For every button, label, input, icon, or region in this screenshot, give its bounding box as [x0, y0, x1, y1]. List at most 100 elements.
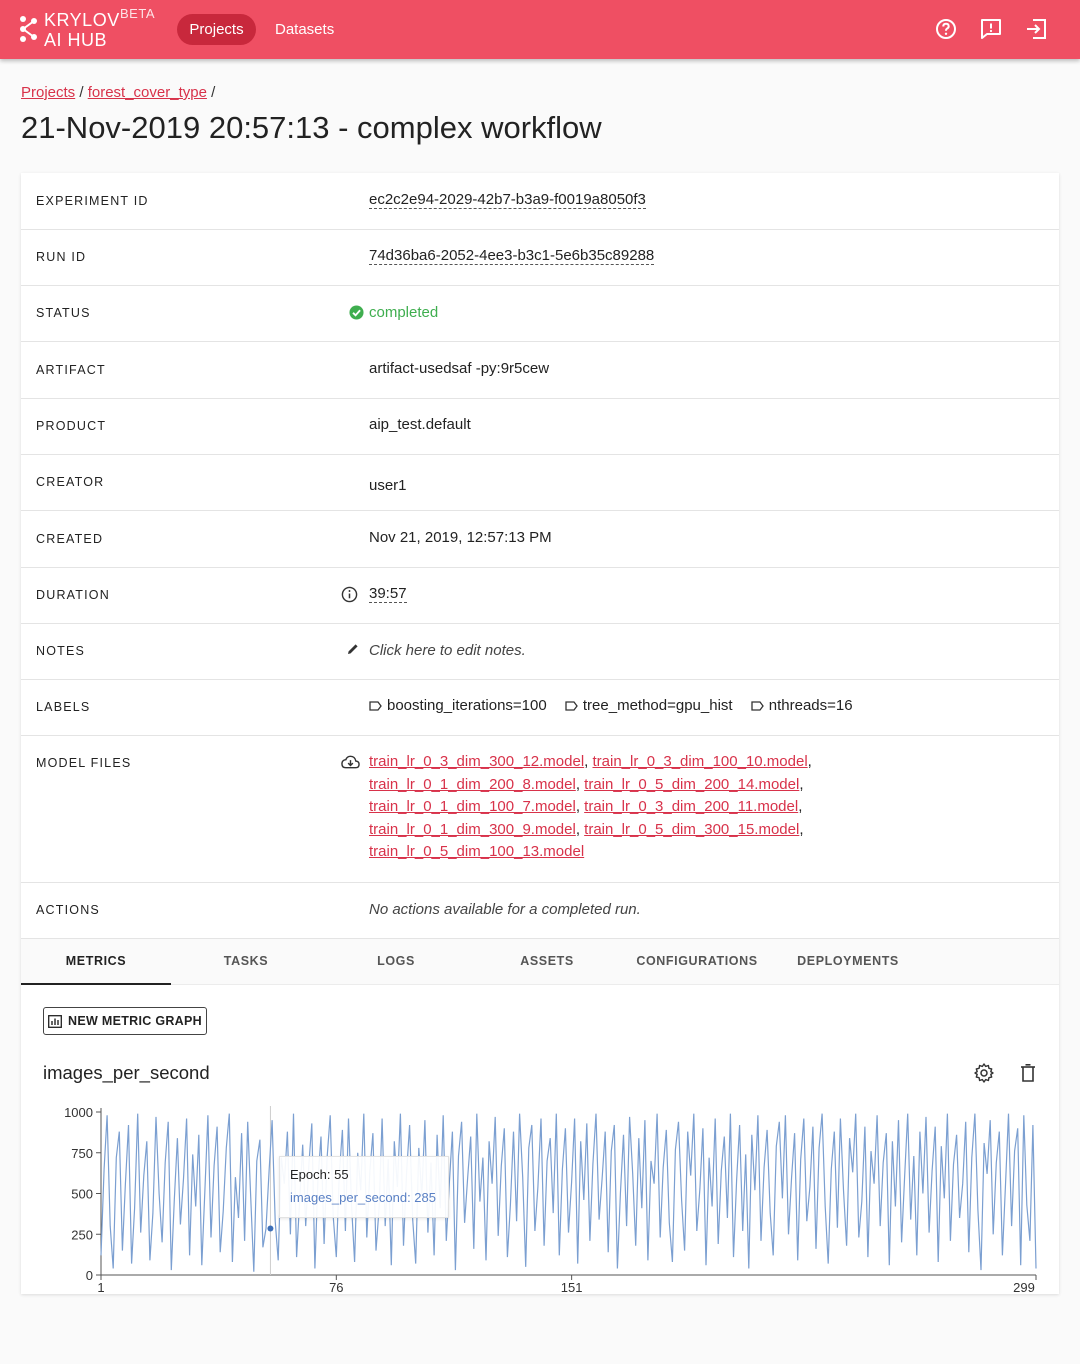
images-per-second-chart: 0 250 500 750 1000 1 76 151 299	[64, 1105, 1037, 1295]
metric-graph-title: images_per_second	[43, 1062, 210, 1083]
row-label: CREATED	[36, 532, 104, 546]
model-file-link[interactable]: train_lr_0_1_dim_300_9.model	[369, 821, 576, 838]
row-created: CREATED Nov 21, 2019, 12:57:13 PM	[21, 511, 1059, 568]
cloud-download-icon[interactable]	[341, 754, 360, 770]
tab-deployments[interactable]: DEPLOYMENTS	[773, 939, 923, 985]
help-icon[interactable]	[935, 18, 957, 40]
row-label: CREATOR	[36, 475, 105, 489]
row-creator: CREATOR user1	[21, 455, 1059, 511]
new-metric-graph-label: NEW METRIC GRAPH	[68, 1014, 202, 1028]
experiment-id-value[interactable]: ec2c2e94-2029-42b7-b3a9-f0019a8050f3	[369, 191, 646, 209]
notes-edit-field[interactable]: Click here to edit notes.	[369, 642, 526, 659]
label-text: nthreads=16	[768, 697, 853, 714]
actions-value: No actions available for a completed run…	[369, 901, 641, 918]
label-text: tree_method=gpu_hist	[582, 697, 733, 714]
tab-metrics[interactable]: METRICS	[21, 939, 171, 985]
info-icon[interactable]	[341, 586, 358, 603]
model-file-link[interactable]: train_lr_0_5_dim_100_13.model	[369, 843, 584, 860]
row-label: DURATION	[36, 588, 110, 602]
tab-logs[interactable]: LOGS	[321, 939, 471, 985]
y-tick-label: 500	[71, 1187, 93, 1202]
tag-icon	[565, 700, 578, 711]
top-app-bar: KRYLOV AI HUB BETA Projects Datasets	[0, 0, 1080, 59]
tag-icon	[751, 700, 764, 711]
nav-datasets[interactable]: Datasets	[275, 14, 334, 45]
y-tick-label: 750	[71, 1146, 93, 1161]
row-run-id: RUN ID 74d36ba6-2052-4ee3-b3c1-5e6b35c89…	[21, 230, 1059, 286]
logo-text-line1: KRYLOV	[44, 10, 120, 30]
row-status: STATUS completed	[21, 286, 1059, 342]
x-tick-label: 76	[329, 1280, 343, 1295]
x-tick-label: 151	[561, 1280, 583, 1295]
check-circle-icon	[349, 305, 364, 320]
tooltip-value: images_per_second: 285	[290, 1190, 436, 1205]
row-labels: LABELS boosting_iterations=100 tree_meth…	[21, 680, 1059, 736]
beta-badge: BETA	[120, 6, 155, 21]
labels-list: boosting_iterations=100 tree_method=gpu_…	[369, 697, 867, 715]
delete-trash-icon[interactable]	[1017, 1062, 1039, 1084]
y-tick-label: 250	[71, 1227, 93, 1242]
hover-point	[267, 1225, 274, 1232]
model-file-link[interactable]: train_lr_0_3_dim_200_11.model	[584, 798, 798, 815]
row-value-wrap: ec2c2e94-2029-42b7-b3a9-f0019a8050f3	[369, 191, 646, 209]
row-artifact: ARTIFACT artifact-usedsaf -py:9r5cew	[21, 342, 1059, 399]
artifact-value: artifact-usedsaf -py:9r5cew	[369, 360, 550, 377]
krylov-logo-icon	[20, 16, 37, 42]
label-chip: tree_method=gpu_hist	[565, 697, 733, 714]
row-notes: NOTES Click here to edit notes.	[21, 624, 1059, 680]
row-label: NOTES	[36, 644, 86, 658]
y-tick-label: 0	[86, 1268, 93, 1283]
breadcrumb-separator: /	[211, 84, 216, 101]
nav-projects[interactable]: Projects	[177, 14, 256, 45]
feedback-icon[interactable]	[980, 18, 1002, 40]
run-details-card: EXPERIMENT ID ec2c2e94-2029-42b7-b3a9-f0…	[21, 173, 1059, 1295]
breadcrumb-projects-link[interactable]: Projects	[21, 84, 75, 101]
new-metric-graph-button[interactable]: NEW METRIC GRAPH	[43, 1007, 207, 1035]
status-value: completed	[369, 304, 439, 321]
model-file-link[interactable]: train_lr_0_5_dim_200_14.model	[584, 776, 799, 793]
label-chip: nthreads=16	[751, 697, 853, 714]
row-duration: DURATION 39:57	[21, 568, 1059, 624]
tooltip-epoch: Epoch: 55	[290, 1167, 349, 1182]
row-label: STATUS	[36, 306, 91, 320]
model-files-list: train_lr_0_3_dim_300_12.model, train_lr_…	[369, 753, 812, 861]
row-model-files: MODEL FILES train_lr_0_3_dim_300_12.mode…	[21, 736, 1059, 883]
x-tick-label: 1	[97, 1280, 104, 1295]
tab-configurations[interactable]: CONFIGURATIONS	[622, 939, 772, 985]
model-file-link[interactable]: train_lr_0_1_dim_200_8.model	[369, 776, 576, 793]
run-tabs: METRICS TASKS LOGS ASSETS CONFIGURATIONS…	[21, 939, 1059, 985]
edit-pencil-icon[interactable]	[346, 642, 360, 656]
y-tick-label: 1000	[64, 1105, 93, 1120]
tab-assets[interactable]: ASSETS	[472, 939, 622, 985]
chart-icon	[48, 1014, 62, 1028]
row-value-wrap: 74d36ba6-2052-4ee3-b3c1-5e6b35c89288	[369, 247, 655, 265]
label-text: boosting_iterations=100	[387, 697, 547, 714]
tag-icon	[369, 700, 382, 711]
product-value: aip_test.default	[369, 416, 471, 433]
creator-value: user1	[369, 477, 407, 494]
tab-tasks[interactable]: TASKS	[171, 939, 321, 985]
row-actions: ACTIONS No actions available for a compl…	[21, 883, 1059, 939]
breadcrumb: Projects / forest_cover_type /	[21, 84, 215, 101]
breadcrumb-project-link[interactable]: forest_cover_type	[88, 84, 207, 101]
row-label: LABELS	[36, 700, 91, 714]
row-label: RUN ID	[36, 250, 87, 264]
settings-gear-icon[interactable]	[973, 1062, 995, 1084]
model-file-link[interactable]: train_lr_0_3_dim_300_12.model	[369, 753, 584, 770]
row-label: EXPERIMENT ID	[36, 194, 149, 208]
page-title: 21-Nov-2019 20:57:13 - complex workflow	[21, 110, 602, 145]
duration-value[interactable]: 39:57	[369, 585, 407, 603]
row-product: PRODUCT aip_test.default	[21, 399, 1059, 455]
logout-icon[interactable]	[1025, 18, 1047, 40]
label-chip: boosting_iterations=100	[369, 697, 547, 714]
breadcrumb-separator: /	[79, 84, 84, 101]
row-label: ARTIFACT	[36, 363, 106, 377]
model-file-link[interactable]: train_lr_0_3_dim_100_10.model	[593, 753, 808, 770]
series-line	[100, 1113, 1037, 1272]
model-file-link[interactable]: train_lr_0_5_dim_300_15.model	[584, 821, 799, 838]
row-label: ACTIONS	[36, 903, 100, 917]
run-id-value[interactable]: 74d36ba6-2052-4ee3-b3c1-5e6b35c89288	[369, 247, 655, 265]
model-file-link[interactable]: train_lr_0_1_dim_100_7.model	[369, 798, 576, 815]
created-value: Nov 21, 2019, 12:57:13 PM	[369, 529, 552, 546]
row-label: MODEL FILES	[36, 756, 132, 770]
